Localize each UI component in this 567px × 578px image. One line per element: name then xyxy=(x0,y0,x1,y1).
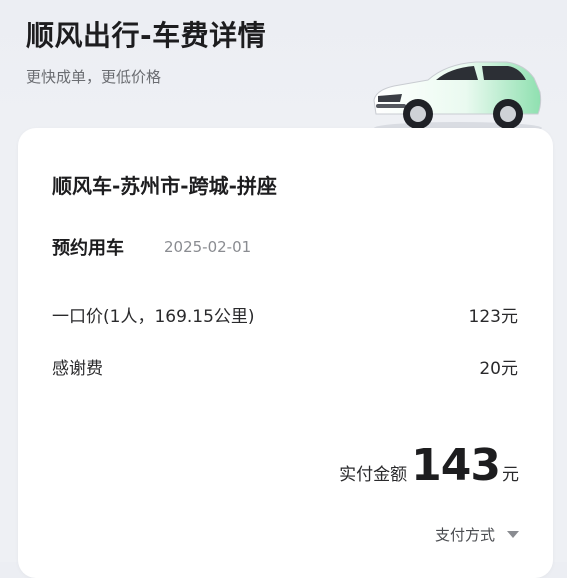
page-subtitle: 更快成单，更低价格 xyxy=(26,68,162,86)
fee-label: 一口价(1人，169.15公里) xyxy=(52,307,255,327)
total-unit: 元 xyxy=(502,465,519,485)
fee-amount: 20元 xyxy=(479,359,518,379)
fare-detail-card: 顺风车-苏州市-跨城-拼座 预约用车 2025-02-01 一口价(1人，169… xyxy=(18,128,553,578)
fee-amount: 123元 xyxy=(468,307,518,327)
ride-type: 预约用车 xyxy=(52,238,124,259)
trip-title: 顺风车-苏州市-跨城-拼座 xyxy=(52,174,277,198)
page-title: 顺风出行-车费详情 xyxy=(26,19,267,52)
total-paid: 实付金额 143 元 xyxy=(339,444,519,488)
total-label: 实付金额 xyxy=(339,465,408,485)
total-value: 143 xyxy=(411,440,501,491)
fee-row-base-price: 一口价(1人，169.15公里) 123元 xyxy=(52,302,518,327)
payment-method-label: 支付方式 xyxy=(434,526,495,544)
chevron-down-icon xyxy=(507,531,519,538)
fee-label: 感谢费 xyxy=(52,359,103,379)
car-icon xyxy=(373,61,542,134)
payment-method-toggle[interactable]: 支付方式 xyxy=(435,524,519,545)
ride-date: 2025-02-01 xyxy=(164,238,252,256)
fee-row-thanks-fee: 感谢费 20元 xyxy=(52,354,518,379)
